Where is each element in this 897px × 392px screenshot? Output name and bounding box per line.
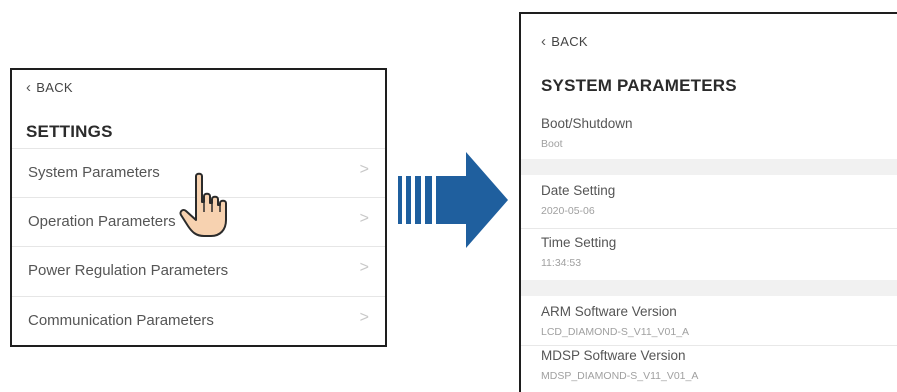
param-arm-software-version: ARM Software Version LCD_DIAMOND-S_V11_V… bbox=[541, 304, 689, 338]
param-name: Boot/Shutdown bbox=[541, 116, 633, 131]
back-button[interactable]: ‹ BACK bbox=[541, 33, 588, 50]
settings-item-power-regulation-parameters[interactable]: Power Regulation Parameters > bbox=[12, 246, 385, 295]
back-label: BACK bbox=[551, 34, 588, 49]
param-value: MDSP_DIAMOND-S_V11_V01_A bbox=[541, 370, 699, 382]
divider bbox=[521, 345, 897, 346]
param-name: ARM Software Version bbox=[541, 304, 677, 319]
back-label: BACK bbox=[36, 80, 73, 95]
param-name: Time Setting bbox=[541, 235, 617, 250]
page-title: SETTINGS bbox=[26, 122, 113, 141]
param-boot-shutdown[interactable]: Boot/Shutdown Boot bbox=[541, 116, 633, 150]
section-divider bbox=[521, 159, 897, 175]
chevron-right-icon: > bbox=[359, 309, 369, 326]
settings-item-communication-parameters[interactable]: Communication Parameters > bbox=[12, 296, 385, 346]
param-value: Boot bbox=[541, 138, 563, 150]
section-divider bbox=[521, 280, 897, 296]
right-arrow-icon bbox=[398, 152, 508, 248]
param-name: MDSP Software Version bbox=[541, 348, 686, 363]
settings-item-label: Operation Parameters bbox=[28, 213, 176, 230]
page-title: SYSTEM PARAMETERS bbox=[541, 76, 737, 95]
param-name: Date Setting bbox=[541, 183, 616, 198]
chevron-left-icon: ‹ bbox=[26, 79, 32, 96]
back-button[interactable]: ‹ BACK bbox=[26, 79, 73, 96]
param-mdsp-software-version: MDSP Software Version MDSP_DIAMOND-S_V11… bbox=[541, 348, 698, 382]
chevron-right-icon: > bbox=[359, 259, 369, 276]
param-value: 11:34:53 bbox=[541, 257, 582, 269]
param-date-setting[interactable]: Date Setting 2020-05-06 bbox=[541, 183, 615, 217]
hand-pointer-icon bbox=[179, 172, 227, 237]
chevron-right-icon: > bbox=[359, 161, 369, 178]
divider bbox=[521, 228, 897, 229]
param-value: LCD_DIAMOND-S_V11_V01_A bbox=[541, 326, 690, 338]
chevron-right-icon: > bbox=[359, 210, 369, 227]
param-value: 2020-05-06 bbox=[541, 205, 595, 217]
param-time-setting[interactable]: Time Setting 11:34:53 bbox=[541, 235, 616, 269]
settings-item-label: Power Regulation Parameters bbox=[28, 262, 229, 279]
system-parameters-screen: ‹ BACK SYSTEM PARAMETERS Boot/Shutdown Bo… bbox=[519, 12, 897, 392]
settings-item-label: Communication Parameters bbox=[28, 312, 214, 329]
chevron-left-icon: ‹ bbox=[541, 33, 547, 50]
settings-item-label: System Parameters bbox=[28, 164, 160, 181]
